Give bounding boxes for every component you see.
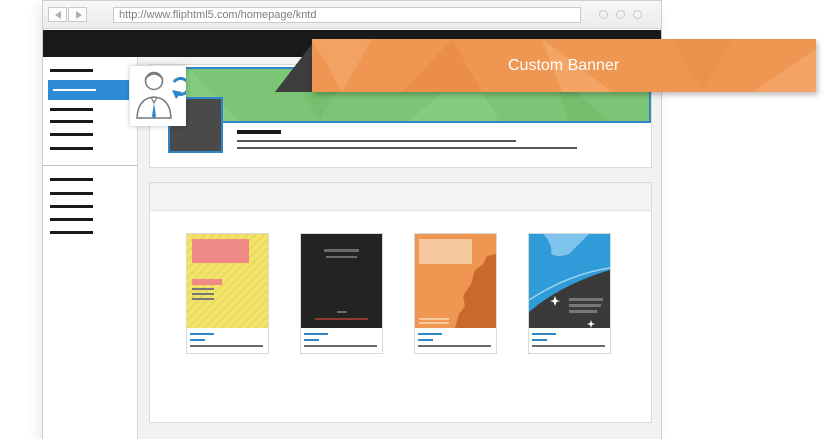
user-swap-icon <box>136 71 191 119</box>
user-swap-card[interactable] <box>130 66 191 126</box>
address-bar[interactable]: http://www.fliphtml5.com/homepage/kntd <box>113 7 581 23</box>
sidebar-item[interactable] <box>50 231 93 234</box>
profile-desc-line <box>237 147 577 149</box>
sidebar-item[interactable] <box>50 133 93 136</box>
sidebar-item[interactable] <box>50 205 93 208</box>
book-item[interactable] <box>186 233 269 354</box>
sidebar-item[interactable] <box>50 147 93 150</box>
sidebar-divider <box>43 165 137 166</box>
forward-arrow-icon <box>76 11 82 19</box>
custom-banner-tag: Custom Banner <box>312 39 816 92</box>
book-item[interactable] <box>300 233 383 354</box>
sidebar-item[interactable] <box>50 218 93 221</box>
sidebar-item[interactable] <box>50 178 93 181</box>
back-arrow-icon <box>55 11 61 19</box>
sidebar-item[interactable] <box>50 120 93 123</box>
book-cover-art <box>415 234 496 328</box>
book-cover <box>415 234 496 328</box>
book-cover-art <box>529 234 610 328</box>
book-cover <box>529 234 610 328</box>
sidebar <box>43 57 138 439</box>
back-button[interactable] <box>48 7 67 22</box>
sidebar-item-active[interactable] <box>48 80 129 100</box>
sidebar-item[interactable] <box>50 69 93 72</box>
profile-name-placeholder <box>237 130 281 134</box>
book-cover <box>301 234 382 328</box>
book-item[interactable] <box>528 233 611 354</box>
profile-desc-line <box>237 140 516 142</box>
book-item[interactable] <box>414 233 497 354</box>
window-dot-1[interactable] <box>599 10 608 19</box>
sidebar-item[interactable] <box>50 192 93 195</box>
sidebar-item[interactable] <box>50 108 93 111</box>
window-dot-3[interactable] <box>633 10 642 19</box>
window-dot-2[interactable] <box>616 10 625 19</box>
book-cover-art <box>301 234 382 328</box>
bookshelf-header <box>150 183 651 211</box>
custom-banner-label: Custom Banner <box>508 57 620 74</box>
book-cover-art <box>187 234 268 328</box>
book-cover <box>187 234 268 328</box>
forward-button[interactable] <box>68 7 87 22</box>
